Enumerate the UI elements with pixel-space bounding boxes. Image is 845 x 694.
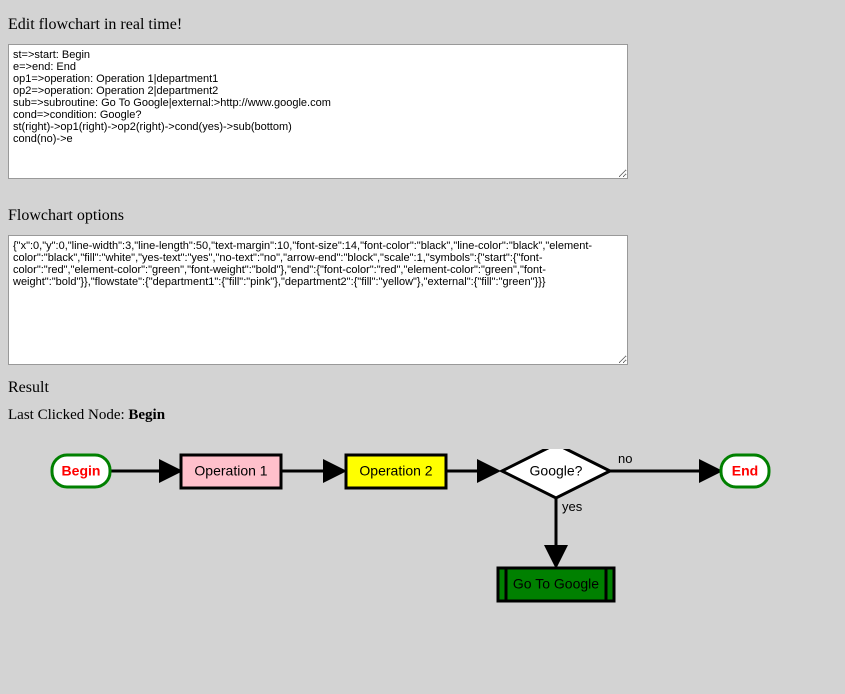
heading-edit: Edit flowchart in real time! [8,16,837,34]
svg-text:Go To Google: Go To Google [513,576,599,592]
svg-text:Google?: Google? [530,463,583,479]
heading-result: Result [8,379,837,397]
node-condition-google[interactable]: Google? [502,449,610,498]
last-clicked-prefix: Last Clicked Node: [8,407,128,423]
last-clicked-node: Last Clicked Node: Begin [8,407,837,424]
node-begin[interactable]: Begin [52,455,110,487]
svg-text:Operation 2: Operation 2 [359,463,432,479]
svg-text:Begin: Begin [62,463,101,479]
svg-text:End: End [732,463,758,479]
flowchart-options-textarea[interactable] [8,235,628,365]
node-operation-1[interactable]: Operation 1 [181,455,281,488]
edge-label-no: no [618,451,632,466]
node-end[interactable]: End [721,455,769,487]
last-clicked-value: Begin [128,407,165,423]
edge-label-yes: yes [562,499,583,514]
flowchart-diagram: no yes Begin Operation 1 Operation 2 Goo… [48,449,845,619]
svg-text:Operation 1: Operation 1 [194,463,267,479]
node-operation-2[interactable]: Operation 2 [346,455,446,488]
node-subroutine-google[interactable]: Go To Google [498,568,614,601]
heading-options: Flowchart options [8,207,837,225]
flowchart-code-textarea[interactable] [8,44,628,179]
